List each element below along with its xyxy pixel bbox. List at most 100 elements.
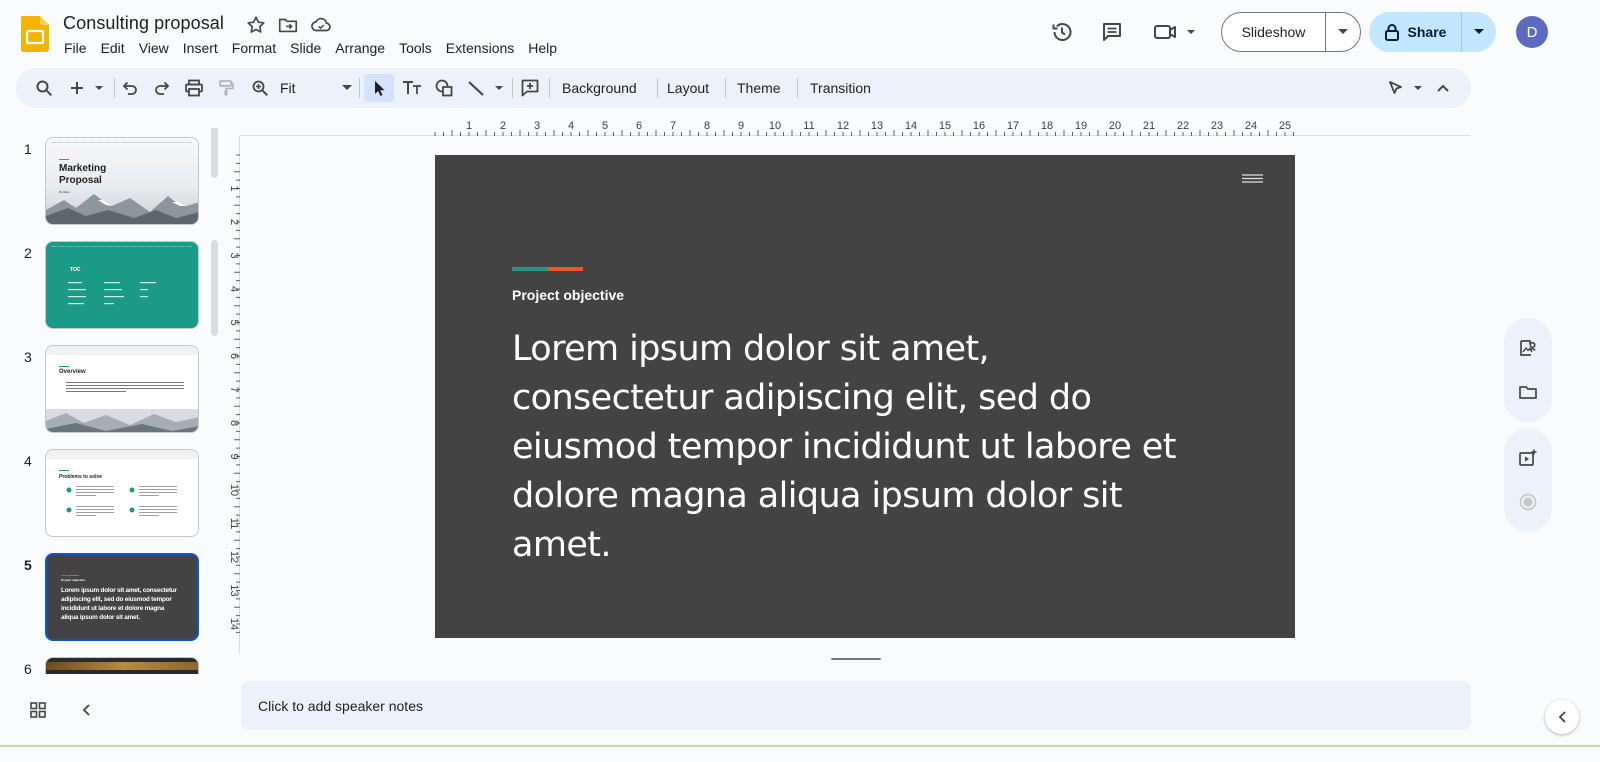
slideshow-button[interactable]: Slideshow [1222, 13, 1326, 51]
grid-view-icon[interactable] [26, 698, 50, 722]
notes-resize-handle[interactable] [831, 658, 881, 660]
slideshow-options-button[interactable] [1326, 13, 1360, 51]
layout-button[interactable]: Layout [667, 74, 709, 102]
ruler-label: 17 [1007, 120, 1019, 132]
menu-extensions[interactable]: Extensions [439, 38, 521, 58]
menu-slide[interactable]: Slide [283, 38, 328, 58]
background-button[interactable]: Background [562, 74, 637, 102]
folder-icon[interactable] [1512, 376, 1544, 408]
meet-video-button[interactable] [1152, 16, 1198, 48]
thumbnail-title: Overview [59, 369, 86, 375]
thumbnail-byline: By Ellen [59, 190, 71, 194]
document-title[interactable]: Consulting proposal [63, 13, 224, 34]
search-menus-icon[interactable] [30, 74, 58, 102]
accent-bar-orange [548, 267, 583, 271]
text-box-icon[interactable] [398, 74, 426, 102]
expand-side-panel-button[interactable] [1545, 700, 1579, 734]
slide-thumbnail-6[interactable] [45, 657, 199, 674]
version-history-icon[interactable] [1046, 16, 1078, 48]
cloud-saved-icon[interactable] [310, 14, 332, 36]
comments-icon[interactable] [1096, 16, 1128, 48]
main-toolbar: Fit Background Layout Theme Transition [16, 68, 1471, 108]
slide-thumbnail-5[interactable]: Project objective Lorem ipsum dolor sit … [45, 553, 199, 641]
menu-edit[interactable]: Edit [94, 38, 132, 58]
zoom-icon[interactable] [246, 74, 274, 102]
app-header: Consulting proposal File Edit View Inser… [0, 0, 1600, 64]
ruler-label: 10 [228, 484, 240, 496]
vertical-ruler[interactable]: 1 2 3 4 5 6 7 8 9 10 11 12 13 14 [224, 136, 240, 654]
paint-format-icon[interactable] [212, 74, 240, 102]
slide-thumbnail-2[interactable]: TOC [45, 241, 199, 329]
menu-arrange[interactable]: Arrange [328, 38, 392, 58]
slide-thumbnail-3[interactable]: Overview [45, 345, 199, 433]
thumbnail-body: Lorem ipsum dolor sit amet, consectetur … [61, 587, 177, 621]
ruler-label: 1 [466, 120, 472, 132]
thumbnail-accent-orange [70, 575, 79, 576]
slide-heading[interactable]: Project objective [512, 287, 624, 303]
ruler-label: 2 [500, 120, 506, 132]
current-slide[interactable]: Project objective Lorem ipsum dolor sit … [435, 155, 1295, 638]
line-tool-button[interactable] [464, 74, 508, 102]
account-avatar[interactable]: D [1516, 16, 1548, 48]
ruler-label: 21 [1143, 120, 1155, 132]
ruler-label: 4 [568, 120, 574, 132]
collapse-toolbar-icon[interactable] [1430, 74, 1456, 102]
slide-number: 1 [24, 141, 32, 157]
menu-format[interactable]: Format [225, 38, 283, 58]
toolbar-separator [359, 78, 360, 98]
ruler-label: 6 [228, 353, 240, 359]
star-icon[interactable] [245, 14, 267, 36]
keep-image-icon[interactable] [1512, 332, 1544, 364]
menu-tools[interactable]: Tools [392, 38, 439, 58]
ruler-label: 3 [534, 120, 540, 132]
menu-view[interactable]: View [132, 38, 176, 58]
slide-number: 4 [24, 453, 32, 469]
ruler-label: 13 [871, 120, 883, 132]
slide-number: 3 [24, 349, 32, 365]
ruler-label: 19 [1075, 120, 1087, 132]
filmstrip-scrollbar-top[interactable] [211, 128, 218, 178]
share-options-button[interactable] [1462, 12, 1496, 52]
thumbnail-title: Problems to solve [59, 474, 103, 480]
ruler-label: 14 [228, 618, 240, 630]
ruler-label: 22 [1177, 120, 1189, 132]
record-icon[interactable] [1512, 486, 1544, 518]
slide-thumbnail-4[interactable]: Problems to solve [45, 449, 199, 537]
select-tool-icon[interactable] [364, 74, 394, 102]
slide-number: 6 [24, 661, 32, 674]
zoom-select[interactable]: Fit [278, 74, 354, 102]
filmstrip-scrollbar[interactable] [211, 240, 218, 336]
insert-comment-icon[interactable] [516, 74, 544, 102]
add-video-icon[interactable] [1512, 442, 1544, 474]
ruler-label: 25 [1279, 120, 1291, 132]
shape-icon[interactable] [430, 74, 458, 102]
thumbnail-top-band [46, 450, 198, 459]
redo-icon[interactable] [148, 74, 176, 102]
slide-thumbnail-1[interactable]: Marketing Proposal By Ellen [45, 137, 199, 225]
thumbnail-image [46, 662, 198, 670]
move-to-folder-icon[interactable] [277, 14, 299, 36]
slide-body-text[interactable]: Lorem ipsum dolor sit amet, consectetur … [512, 325, 1192, 570]
speaker-notes[interactable]: Click to add speaker notes [241, 681, 1471, 730]
collapse-filmstrip-icon[interactable] [74, 698, 98, 722]
transition-button[interactable]: Transition [810, 74, 871, 102]
horizontal-ruler[interactable]: 1 2 3 4 5 6 7 8 9 10 11 12 13 14 15 16 17 18 19 20 21 22 23 24 2… [240, 116, 1470, 136]
ruler-label: 14 [905, 120, 917, 132]
menu-insert[interactable]: Insert [176, 38, 225, 58]
undo-icon[interactable] [116, 74, 144, 102]
slides-logo-icon[interactable] [21, 16, 49, 52]
new-slide-button[interactable] [66, 74, 110, 102]
ruler-label: 12 [228, 551, 240, 563]
pointer-mode-button[interactable] [1384, 74, 1428, 102]
menu-help[interactable]: Help [521, 38, 564, 58]
theme-button[interactable]: Theme [737, 74, 781, 102]
share-button[interactable]: Share [1369, 12, 1462, 52]
ruler-label: 16 [973, 120, 985, 132]
toolbar-separator [797, 78, 798, 98]
print-icon[interactable] [180, 74, 208, 102]
menu-file[interactable]: File [57, 38, 94, 58]
ruler-label: 3 [228, 252, 240, 258]
share-label: Share [1407, 24, 1447, 40]
slide-filmstrip[interactable]: 1 Marketing Proposal By Ellen 2 TOC 3 Ov… [0, 128, 228, 674]
thumbnail-title-line: Marketing [59, 163, 107, 174]
